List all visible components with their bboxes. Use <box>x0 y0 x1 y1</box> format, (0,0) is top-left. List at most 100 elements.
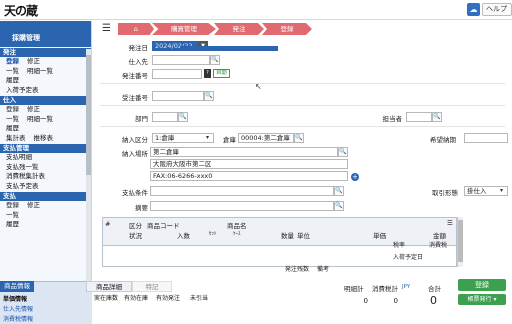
home-icon[interactable]: ⌂ <box>118 23 154 35</box>
total-label: 合計 <box>428 285 441 293</box>
pay-terms-search-icon[interactable]: 🔍 <box>334 186 344 196</box>
sidebar-item[interactable]: 集計表 <box>6 134 26 142</box>
grid-horizontal-scrollbar[interactable] <box>180 46 278 51</box>
grid-settings-icon[interactable]: ☰ <box>447 219 453 227</box>
sidebar-item[interactable]: 一覧 <box>6 115 19 123</box>
add-delivery-icon[interactable]: + <box>351 173 359 181</box>
sidebar-item[interactable]: 支払予定表 <box>6 182 39 190</box>
tab-unit-price[interactable]: 単価情報 <box>3 294 27 303</box>
delivery-name-input[interactable]: 第二倉庫 <box>150 147 338 157</box>
sidebar-item[interactable]: 履歴 <box>6 124 19 132</box>
sidebar-row: 履歴 <box>0 220 91 230</box>
grid-col-unit: 単位 <box>297 232 310 240</box>
grid-vertical-scrollbar[interactable] <box>457 217 463 267</box>
help-button[interactable]: ヘルプ <box>482 3 512 16</box>
sidebar-item[interactable]: 支払残一覧 <box>6 163 39 171</box>
sidebar-row: 登録 修正 <box>0 201 91 211</box>
sidebar-item[interactable]: 消費税集計表 <box>6 172 45 180</box>
grid-col-name: 商品名 <box>227 222 247 230</box>
grid-col-remain: 発注残数 <box>285 266 310 273</box>
warehouse-input[interactable]: 00004:第二倉庫 <box>238 133 294 143</box>
sidebar-section-3[interactable]: 支払 <box>0 192 91 201</box>
dept-label: 部門 <box>135 115 148 123</box>
col-unallocated: 未引当 <box>190 295 209 302</box>
sidebar-item[interactable]: 明細一覧 <box>27 115 53 123</box>
sidebar-item[interactable]: 修正 <box>27 57 40 65</box>
sidebar-item[interactable]: 一覧 <box>6 67 19 75</box>
warehouse-label: 倉庫 <box>223 136 236 144</box>
delivery-search-icon[interactable]: 🔍 <box>338 147 348 157</box>
detail-grid[interactable]: # 区分 商品コード 商品名 状況 入数 ｾｯﾄ ｹｰｽ 数量 単位 単価 金額… <box>102 217 457 273</box>
tab-product-info[interactable]: 商品情報 <box>0 281 34 292</box>
remarks-search-icon[interactable]: 🔍 <box>334 201 344 211</box>
pay-terms-input[interactable] <box>150 186 334 196</box>
supplier-search-icon[interactable]: 🔍 <box>210 55 220 65</box>
sidebar-item[interactable]: 登録 <box>6 105 19 113</box>
tab-product-detail[interactable]: 商品詳細 <box>86 281 132 292</box>
grid-col-arrival-date: 入荷予定日 <box>393 254 424 261</box>
sidebar-scroll-thumb[interactable] <box>86 55 91 175</box>
dept-input[interactable] <box>152 112 178 122</box>
grid-col-class: 区分 <box>129 222 142 230</box>
order-date-label: 発注日 <box>128 44 149 52</box>
grid-col-qty-per: 入数 <box>177 232 190 240</box>
sidebar-section-1[interactable]: 仕入 <box>0 96 91 105</box>
delivery-address-input[interactable]: 大阪府大阪市第二区 <box>150 159 348 169</box>
sidebar-item[interactable]: 一覧 <box>6 211 19 219</box>
delivery-fax-input[interactable]: FAX:06-6266-xxx0 <box>150 171 348 181</box>
staff-search-icon[interactable]: 🔍 <box>432 112 442 122</box>
sidebar-item[interactable]: 登録 <box>6 201 19 209</box>
sidebar: 採購管理 発注 登録 修正 一覧 明細一覧 履歴 入荷予定表 仕入 登録 修正 一覧 明細一覧 履歴 集計… <box>0 21 92 324</box>
grid-col-tax: 消費税 <box>429 242 448 249</box>
staff-input[interactable] <box>406 112 432 122</box>
deal-no-search-icon[interactable]: 🔍 <box>204 91 214 101</box>
stock-class-label: 納入区分 <box>122 136 148 144</box>
grid-col-tax-rate: 税率 <box>393 242 406 249</box>
tab-tax-info[interactable]: 消費税情報 <box>3 314 33 323</box>
tab-notes[interactable]: 特記 <box>132 281 172 292</box>
breadcrumb-register[interactable]: 登録 <box>262 23 312 35</box>
sidebar-item[interactable]: 推移表 <box>34 134 54 142</box>
hamburger-menu-icon[interactable]: ☰ <box>102 23 111 34</box>
sidebar-section-0[interactable]: 発注 <box>0 48 91 57</box>
warehouse-search-icon[interactable]: 🔍 <box>294 133 304 143</box>
cloud-icon[interactable]: ☁ <box>467 3 480 16</box>
register-button[interactable]: 登録 <box>458 279 506 291</box>
sidebar-section-2[interactable]: 支払管理 <box>0 144 91 153</box>
supplier-input[interactable] <box>152 55 210 65</box>
chevron-down-icon[interactable]: ▾ <box>206 134 209 141</box>
grid-col-hash: # <box>105 220 111 228</box>
grid-header: # 区分 商品コード 商品名 状況 入数 ｾｯﾄ ｹｰｽ 数量 単位 単価 金額… <box>103 218 456 249</box>
breadcrumb-purchase[interactable]: 購買管理 <box>152 23 216 35</box>
hope-date-input[interactable] <box>464 133 508 143</box>
sidebar-row: 一覧 明細一覧 <box>0 115 91 125</box>
delivery-label: 納入場所 <box>122 150 148 158</box>
dept-search-icon[interactable]: 🔍 <box>178 112 188 122</box>
sidebar-row: 支払明細 <box>0 153 91 163</box>
tax-total-label: 消費税計 <box>372 285 398 293</box>
sidebar-item[interactable]: 履歴 <box>6 220 19 228</box>
grid-col-price: 単価 <box>373 232 386 240</box>
order-no-input[interactable] <box>152 69 202 79</box>
tab-supplier-info[interactable]: 仕入先情報 <box>3 304 33 313</box>
sidebar-item[interactable]: 修正 <box>27 201 40 209</box>
sidebar-item[interactable]: 入荷予定表 <box>6 86 39 94</box>
sidebar-item[interactable]: 支払明細 <box>6 153 32 161</box>
remarks-label: 摘要 <box>135 204 148 212</box>
stock-class-select[interactable]: 1:倉庫 <box>152 133 214 143</box>
sidebar-item[interactable]: 履歴 <box>6 76 19 84</box>
sidebar-item[interactable]: 登録 <box>6 57 19 65</box>
remarks-input[interactable] <box>150 201 334 211</box>
pay-terms-label: 支払条件 <box>122 189 148 197</box>
deal-no-input[interactable] <box>152 91 204 101</box>
form-issue-button[interactable]: 帳票発行 ▾ <box>458 294 506 305</box>
col-actual-stock: 実在庫数 <box>94 295 119 302</box>
sidebar-item[interactable]: 修正 <box>27 105 40 113</box>
info-icon[interactable]: ? <box>204 69 211 78</box>
auto-number-badge[interactable]: 自動 <box>213 69 231 78</box>
sidebar-item[interactable]: 明細一覧 <box>27 67 53 75</box>
hope-date-label: 希望納期 <box>430 136 456 144</box>
trade-type-chevron-icon[interactable]: ▾ <box>500 187 503 194</box>
grid-col-note: 備考 <box>317 266 330 273</box>
breadcrumb-order[interactable]: 発注 <box>214 23 264 35</box>
